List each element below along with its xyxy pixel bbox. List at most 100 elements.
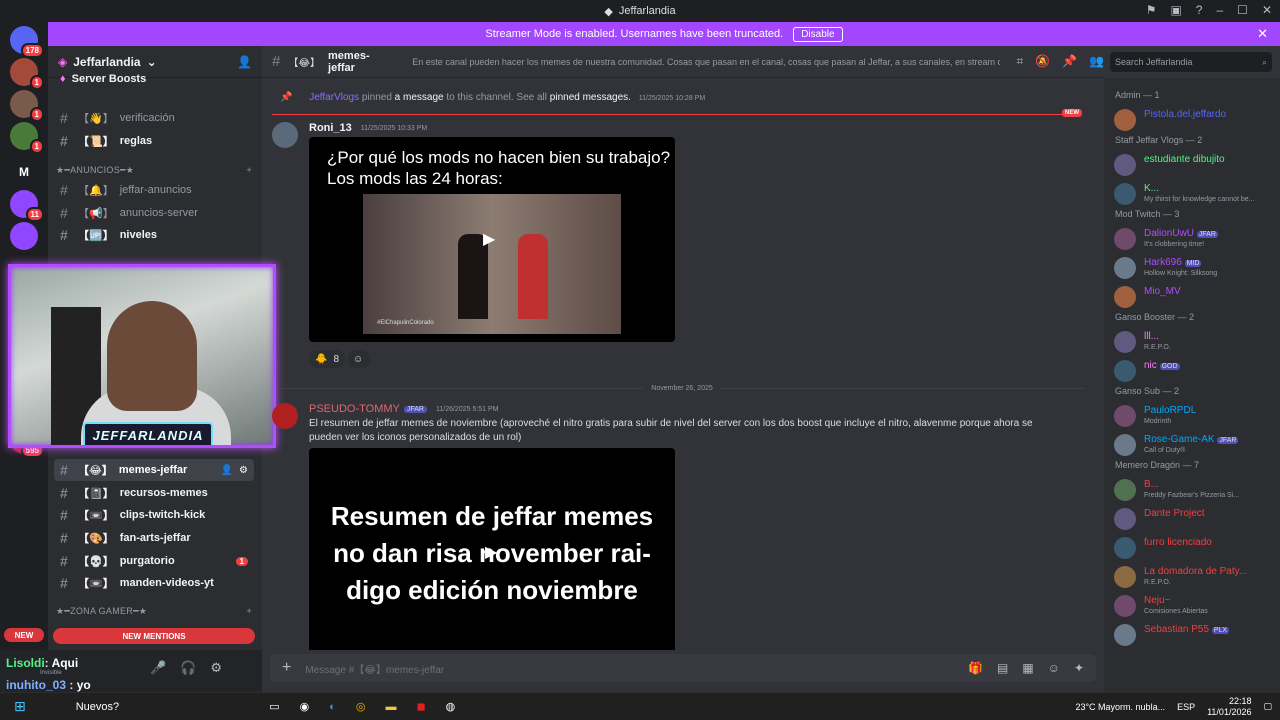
member-item[interactable]: Mio_MV: [1112, 283, 1276, 309]
inbox-flag-icon[interactable]: ⚑: [1146, 3, 1157, 17]
server-icon[interactable]: 178: [10, 26, 44, 58]
task-view-icon[interactable]: ▭: [269, 700, 279, 713]
member-item[interactable]: Rose-Game-AK JFAR Call of Duty®: [1112, 431, 1276, 457]
play-icon[interactable]: ▶: [485, 542, 497, 562]
message-composer[interactable]: + Message #【😂】memes-jeffar 🎁 ▤ ▦ ☺ ✦: [270, 654, 1096, 682]
category-anuncios[interactable]: ★━ANUNCIOS━★ +: [56, 165, 252, 176]
member-item[interactable]: Pistola.del.jeffardo: [1112, 106, 1276, 132]
minimize-button[interactable]: –: [1216, 3, 1223, 17]
summary-video[interactable]: Resumen de jeffar memes no dan risa nove…: [309, 448, 675, 650]
weather-text[interactable]: 23°C Mayorm. nubla...: [1075, 702, 1165, 712]
member-item[interactable]: B... Freddy Fazbear's Pizzeria Si...: [1112, 476, 1276, 502]
obs-icon[interactable]: ◍: [446, 700, 456, 713]
server-icon[interactable]: 1: [10, 90, 44, 122]
add-channel-icon[interactable]: +: [246, 606, 252, 617]
add-reaction-button[interactable]: ☺: [348, 350, 370, 368]
notifications-icon[interactable]: ▢: [1263, 701, 1272, 712]
member-item[interactable]: PauloRPDL Modrinth: [1112, 402, 1276, 428]
user-panel: Lisoldi: Aqui Invisible inuhito_03 : yo …: [0, 650, 262, 692]
server-icon[interactable]: 1: [10, 122, 44, 154]
server-boosts-item[interactable]: ♦ Server Boosts: [54, 68, 254, 90]
add-member-icon[interactable]: 👤: [237, 55, 252, 69]
disable-button[interactable]: Disable: [793, 26, 843, 42]
search-input[interactable]: Search Jeffarlandia ⌕: [1110, 52, 1272, 72]
gift-icon[interactable]: 🎁: [968, 661, 983, 675]
member-name: nic: [1144, 360, 1157, 371]
server-icon[interactable]: 1: [10, 58, 44, 90]
member-item[interactable]: estudiante dibujito: [1112, 151, 1276, 177]
member-item[interactable]: Dante Project: [1112, 505, 1276, 531]
add-attachment-icon[interactable]: +: [282, 659, 291, 677]
member-item[interactable]: Hark696 MID Hollow Knight: Silksong: [1112, 254, 1276, 280]
reaction-button[interactable]: 🐥 8: [309, 350, 346, 368]
channel-item[interactable]: # 【💀】 purgatorio 1: [54, 550, 254, 572]
invite-icon[interactable]: 👤: [221, 465, 233, 476]
channel-item[interactable]: # 【📼】 clips-twitch-kick: [54, 504, 254, 526]
taskbar-search[interactable]: Nuevos?: [76, 701, 119, 713]
close-window-button[interactable]: ✕: [1262, 3, 1272, 17]
pin-user[interactable]: JeffarVlogs: [309, 92, 359, 103]
maximize-button[interactable]: ☐: [1237, 3, 1248, 17]
member-item[interactable]: K... My thirst for knowledge cannot be...: [1112, 180, 1276, 206]
pin-message-link[interactable]: a message: [395, 92, 444, 103]
close-banner-icon[interactable]: ✕: [1257, 26, 1268, 42]
channel-item[interactable]: # 【📼】 manden-videos-yt: [54, 572, 254, 594]
channel-topic[interactable]: En este canal pueden hacer los memes de …: [412, 57, 1000, 67]
chrome-icon[interactable]: ◎: [356, 700, 366, 713]
edge-icon[interactable]: ◐: [329, 701, 336, 713]
clock-date[interactable]: 11/01/2026: [1207, 707, 1251, 717]
new-pill[interactable]: NEW: [4, 628, 44, 642]
screen-share-icon[interactable]: ▣: [1170, 3, 1181, 17]
avatar[interactable]: [272, 122, 298, 148]
sticker-icon[interactable]: ▦: [1022, 661, 1033, 675]
category-label: ★━ZONA GAMER━★: [56, 606, 148, 616]
add-channel-icon[interactable]: +: [246, 165, 252, 176]
member-item[interactable]: La domadora de Paty... R.E.P.O.: [1112, 563, 1276, 589]
channel-item[interactable]: # 【🔔】 jeffar-anuncios: [54, 179, 254, 201]
language-indicator[interactable]: ESP: [1177, 702, 1195, 712]
pin-icon[interactable]: 📌: [1062, 54, 1077, 69]
member-item[interactable]: furro licenciado: [1112, 534, 1276, 560]
member-item[interactable]: Sebastian P55 PLX: [1112, 621, 1276, 647]
member-item[interactable]: nic GOD: [1112, 357, 1276, 383]
member-item[interactable]: Neju~ Comisiones Abiertas: [1112, 592, 1276, 618]
mute-bell-icon[interactable]: 🔕: [1035, 54, 1050, 69]
channel-item[interactable]: # 【📜】 reglas: [54, 130, 254, 152]
emoji-icon[interactable]: ☺: [1048, 661, 1060, 675]
channel-item[interactable]: # 【😂】 memes-jeffar 👤 ⚙: [54, 459, 254, 481]
play-icon[interactable]: ▶: [483, 229, 495, 249]
channel-emoji: 【💀】: [78, 556, 114, 568]
folder-icon[interactable]: ▬: [385, 701, 396, 713]
channel-item[interactable]: # 【📓】 recursos-memes: [54, 482, 254, 504]
channel-item[interactable]: # 【📢】 anuncios-server: [54, 202, 254, 224]
channel-settings-icon[interactable]: ⚙: [239, 465, 248, 476]
app-icon[interactable]: ◼: [416, 700, 425, 713]
copilot-icon[interactable]: ◉: [300, 700, 310, 713]
headphones-icon[interactable]: 🎧: [180, 660, 196, 676]
threads-icon[interactable]: ⌗: [1016, 54, 1023, 69]
start-icon[interactable]: ⊞: [14, 698, 26, 715]
new-mentions-button[interactable]: NEW MENTIONS: [53, 628, 255, 644]
meme-video[interactable]: ¿Por qué los mods no hacen bien su traba…: [309, 137, 675, 342]
server-icon[interactable]: M: [10, 158, 38, 186]
member-list-icon[interactable]: 👥: [1089, 54, 1104, 69]
member-item[interactable]: DalionUwU JFAR It's clobbering time!: [1112, 225, 1276, 251]
settings-gear-icon[interactable]: ⚙: [210, 660, 222, 676]
server-icon[interactable]: 11: [10, 190, 44, 222]
clock-time[interactable]: 22:18: [1229, 696, 1252, 706]
gif-icon[interactable]: ▤: [997, 661, 1008, 675]
message-username[interactable]: Roni_13: [309, 122, 352, 134]
help-icon[interactable]: ?: [1196, 3, 1203, 17]
server-icon[interactable]: [10, 222, 38, 250]
message-username[interactable]: PSEUDO-TOMMY: [309, 403, 400, 415]
avatar[interactable]: [272, 403, 298, 429]
channel-item[interactable]: # 【🎨】 fan-arts-jeffar: [54, 527, 254, 549]
pinned-messages-link[interactable]: pinned messages.: [550, 92, 631, 103]
channel-item[interactable]: # 【🆙】 niveles: [54, 224, 254, 246]
category-zona-gamer[interactable]: ★━ZONA GAMER━★ +: [56, 606, 252, 617]
channel-header: # 【😂】 memes-jeffar En este canal pueden …: [262, 46, 1104, 78]
microphone-icon[interactable]: 🎤: [150, 660, 166, 676]
channel-item[interactable]: # 【👋】 verificación: [54, 107, 254, 129]
member-item[interactable]: lll... R.E.P.O.: [1112, 328, 1276, 354]
apps-icon[interactable]: ✦: [1074, 661, 1084, 675]
